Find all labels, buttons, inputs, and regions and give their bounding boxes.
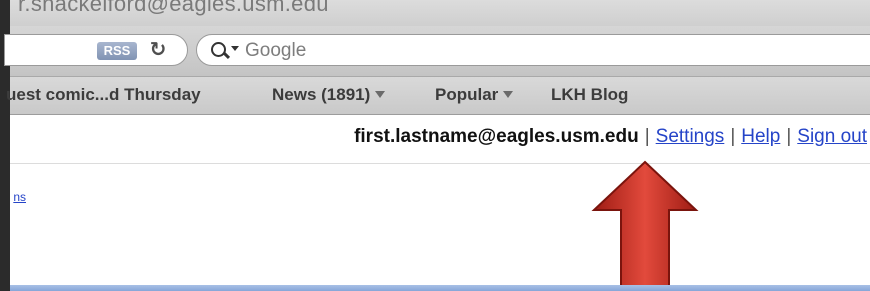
divider: | bbox=[730, 126, 736, 147]
search-placeholder: Google bbox=[245, 40, 307, 61]
red-arrow-annotation bbox=[591, 160, 699, 291]
divider: | bbox=[644, 126, 650, 147]
chevron-down-icon bbox=[503, 91, 514, 99]
search-input[interactable]: Google bbox=[196, 34, 870, 66]
settings-link[interactable]: Settings bbox=[656, 126, 725, 147]
user-email: first.lastname@eagles.usm.edu bbox=[354, 126, 639, 147]
divider: | bbox=[786, 126, 792, 147]
bookmark-item[interactable]: uest comic...d Thursday bbox=[6, 85, 201, 105]
sign-out-link[interactable]: Sign out bbox=[797, 126, 867, 147]
bookmark-folder-news[interactable]: News (1891) bbox=[272, 85, 386, 105]
browser-toolbar: RSS ↻ Google bbox=[4, 26, 870, 77]
window-title-bar: r.shackelford@eagles.usm.edu bbox=[10, 0, 870, 26]
bookmark-item-lkh-blog[interactable]: LKH Blog bbox=[551, 85, 628, 105]
window-title: r.shackelford@eagles.usm.edu bbox=[18, 0, 329, 16]
help-link[interactable]: Help bbox=[741, 126, 780, 147]
reload-icon[interactable]: ↻ bbox=[147, 38, 169, 62]
rss-button[interactable]: RSS bbox=[97, 42, 137, 60]
bookmark-folder-popular[interactable]: Popular bbox=[435, 85, 514, 105]
chevron-down-icon bbox=[375, 91, 386, 99]
bookmarks-bar: uest comic...d Thursday News (1891) Popu… bbox=[6, 77, 870, 115]
search-icon[interactable] bbox=[211, 40, 241, 60]
browser-window: r.shackelford@eagles.usm.edu RSS ↻ Googl… bbox=[0, 0, 870, 291]
account-links: first.lastname@eagles.usm.edu | Settings | H… bbox=[354, 125, 867, 149]
content-panel-edge bbox=[10, 285, 870, 291]
account-bar: first.lastname@eagles.usm.edu | Settings | H… bbox=[10, 115, 870, 164]
partial-content-link[interactable]: ns bbox=[10, 190, 26, 204]
address-bar[interactable]: RSS ↻ bbox=[4, 34, 188, 66]
